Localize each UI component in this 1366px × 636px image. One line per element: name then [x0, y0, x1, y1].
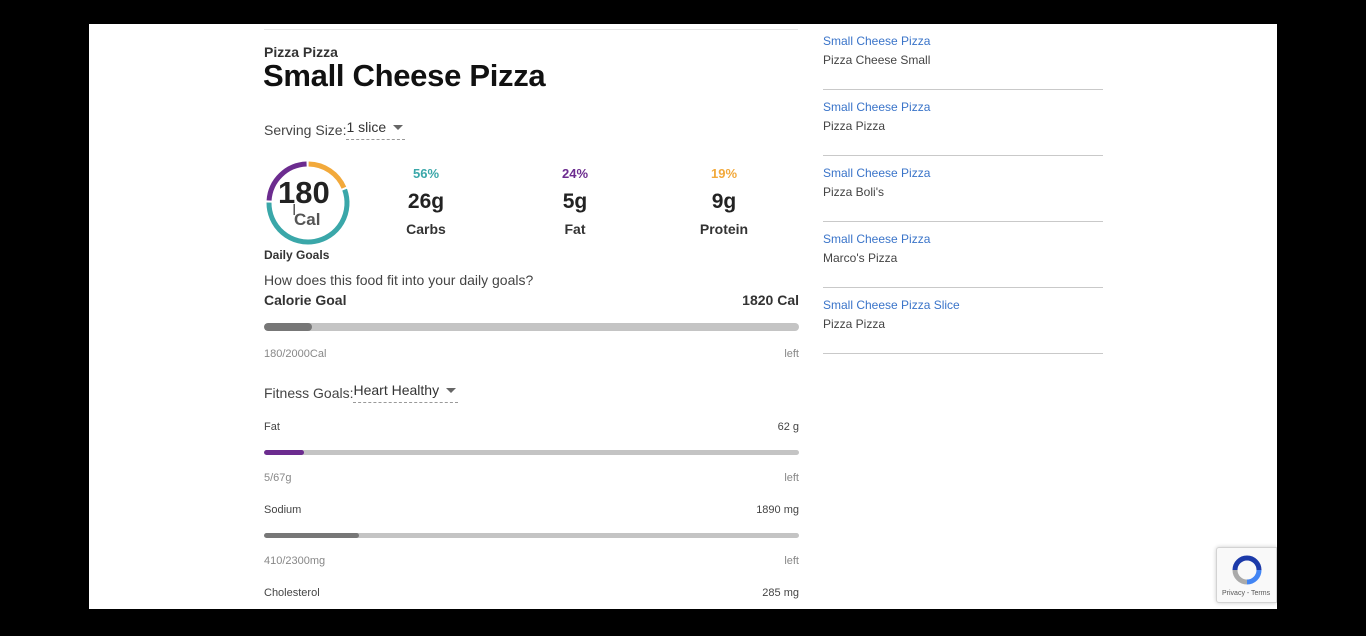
- macro-label: Carbs: [406, 221, 446, 237]
- list-item: Small Cheese Pizza Pizza Cheese Small: [823, 24, 1103, 90]
- related-foods-list: Small Cheese Pizza Pizza Cheese Small Sm…: [823, 24, 1103, 354]
- macro-percent: 24%: [561, 166, 589, 181]
- fitness-goals-value: Heart Healthy: [353, 382, 440, 398]
- calorie-goal-label: Calorie Goal: [264, 292, 347, 308]
- divider: [264, 29, 798, 30]
- fitness-goals-dropdown[interactable]: Heart Healthy: [353, 382, 459, 403]
- macro-grams: 26g: [407, 190, 445, 213]
- related-food-brand: Pizza Pizza: [823, 317, 886, 331]
- calorie-progress-bar: [264, 323, 799, 331]
- cholesterol-goal-remaining: 285 mg: [762, 587, 799, 599]
- fat-progress-bar: [264, 450, 799, 455]
- recaptcha-badge[interactable]: Privacy - Terms: [1216, 547, 1277, 603]
- serving-size-label: Serving Size:: [264, 121, 347, 138]
- calorie-goal-value: 1820 Cal: [742, 292, 799, 308]
- macro-fat: 24% 5g Fat: [530, 166, 620, 237]
- fitness-goals: Fitness Goals: Heart Healthy: [264, 382, 459, 403]
- calorie-value: 180: [278, 175, 330, 210]
- serving-size-value: 1 slice: [346, 119, 387, 135]
- cholesterol-goal-label: Cholesterol: [264, 587, 320, 599]
- macro-grams: 5g: [562, 190, 588, 213]
- related-food-link[interactable]: Small Cheese Pizza: [823, 100, 1103, 114]
- related-food-brand: Marco's Pizza: [823, 251, 898, 265]
- calorie-progress-text: 180/2000Cal: [264, 348, 327, 360]
- sodium-goal-label: Sodium: [264, 504, 302, 516]
- recaptcha-icon: [1232, 555, 1262, 585]
- sodium-progress-text: 410/2300mg: [264, 555, 326, 567]
- list-item: Small Cheese Pizza Pizza Boli's: [823, 156, 1103, 222]
- sodium-progress-bar: [264, 533, 799, 538]
- list-item: Small Cheese Pizza Slice Pizza Pizza: [823, 288, 1103, 354]
- macro-label: Protein: [699, 221, 749, 237]
- related-food-link[interactable]: Small Cheese Pizza: [823, 34, 1103, 48]
- goals-question: How does this food fit into your daily g…: [264, 272, 534, 288]
- calorie-left-label: left: [784, 348, 799, 360]
- fitness-goals-label: Fitness Goals:: [264, 384, 354, 401]
- serving-size: Serving Size: 1 slice: [264, 119, 406, 140]
- macro-label: Fat: [564, 221, 586, 237]
- page: Pizza Pizza Small Cheese Pizza Serving S…: [89, 24, 1277, 609]
- fat-progress-text: 5/67g: [264, 472, 292, 484]
- macro-grams: 9g: [711, 190, 737, 213]
- macro-carbs: 56% 26g Carbs: [381, 166, 471, 237]
- macro-percent: 19%: [710, 166, 738, 181]
- related-food-brand: Pizza Cheese Small: [823, 53, 931, 67]
- text-cursor-icon: I: [292, 202, 297, 219]
- sodium-goal-remaining: 1890 mg: [756, 504, 799, 516]
- recaptcha-terms[interactable]: Privacy - Terms: [1222, 590, 1270, 597]
- fat-left-label: left: [784, 472, 799, 484]
- related-food-link[interactable]: Small Cheese Pizza: [823, 166, 1103, 180]
- list-item: Small Cheese Pizza Pizza Pizza: [823, 90, 1103, 156]
- fat-progress-fill: [264, 450, 305, 455]
- macro-percent: 56%: [412, 166, 440, 181]
- related-food-brand: Pizza Pizza: [823, 119, 886, 133]
- calorie-unit: Cal: [294, 210, 321, 229]
- fat-goal-label: Fat: [264, 421, 280, 433]
- sodium-left-label: left: [784, 555, 799, 567]
- food-title: Small Cheese Pizza: [263, 58, 546, 93]
- related-food-brand: Pizza Boli's: [823, 185, 884, 199]
- chevron-down-icon: [446, 387, 457, 393]
- chevron-down-icon: [393, 124, 404, 130]
- daily-goals-label: Daily Goals: [264, 248, 330, 262]
- related-food-link[interactable]: Small Cheese Pizza: [823, 232, 1103, 246]
- macro-protein: 19% 9g Protein: [679, 166, 769, 237]
- calorie-progress-fill: [264, 323, 313, 331]
- fat-goal-remaining: 62 g: [777, 421, 799, 433]
- related-food-link[interactable]: Small Cheese Pizza Slice: [823, 298, 1103, 312]
- sodium-progress-fill: [264, 533, 360, 538]
- serving-size-dropdown[interactable]: 1 slice: [346, 119, 406, 140]
- list-item: Small Cheese Pizza Marco's Pizza: [823, 222, 1103, 288]
